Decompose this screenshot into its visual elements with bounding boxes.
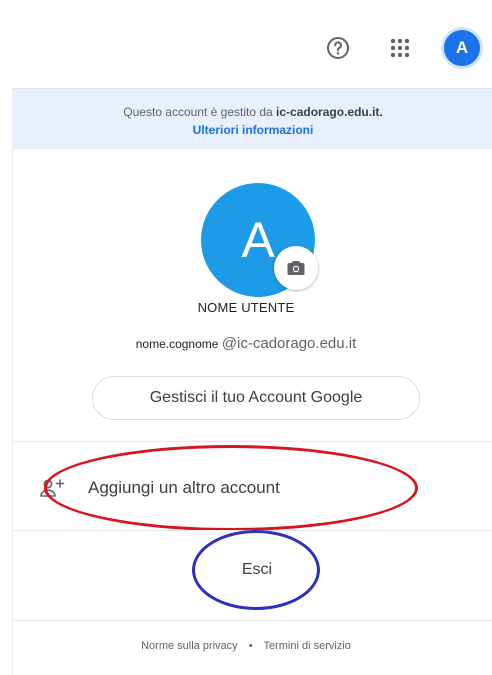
account-avatar-button[interactable]: A [441, 27, 483, 69]
footer-separator: • [248, 640, 253, 652]
more-info-link[interactable]: Ulteriori informazioni [193, 123, 314, 137]
top-bar: A [0, 0, 492, 92]
terms-link[interactable]: Termini di servizio [263, 640, 350, 652]
person-add-icon [40, 479, 65, 497]
manage-account-button[interactable]: Gestisci il tuo Account Google [92, 376, 420, 420]
change-photo-button[interactable] [274, 246, 318, 290]
help-icon[interactable] [318, 28, 358, 68]
sign-out-button[interactable]: Esci [212, 552, 302, 588]
user-email: nome.cognome @ic-cadorago.edu.it [0, 335, 492, 352]
managed-text: Questo account è gestito da [123, 105, 273, 119]
footer: Norme sulla privacy • Termini di servizi… [0, 640, 492, 652]
add-account-label: Aggiungi un altro account [88, 478, 280, 497]
divider [12, 530, 492, 531]
avatar-initial: A [455, 38, 469, 57]
privacy-link[interactable]: Norme sulla privacy [141, 640, 238, 652]
email-local-part: nome.cognome [135, 337, 219, 351]
divider [12, 620, 492, 621]
add-account-item[interactable]: Aggiungi un altro account [40, 460, 430, 516]
apps-grid-icon[interactable] [380, 28, 420, 68]
profile-avatar-initial: A [241, 212, 275, 268]
divider [12, 441, 492, 442]
user-name: NOME UTENTE [197, 300, 295, 315]
email-domain: @ic-cadorago.edu.it [221, 335, 357, 352]
camera-icon [287, 261, 305, 275]
managed-account-notice: Questo account è gestito da ic-cadorago.… [13, 88, 492, 149]
managed-domain: ic-cadorago.edu.it. [276, 105, 383, 119]
managed-notice-text: Questo account è gestito da ic-cadorago.… [13, 105, 492, 119]
